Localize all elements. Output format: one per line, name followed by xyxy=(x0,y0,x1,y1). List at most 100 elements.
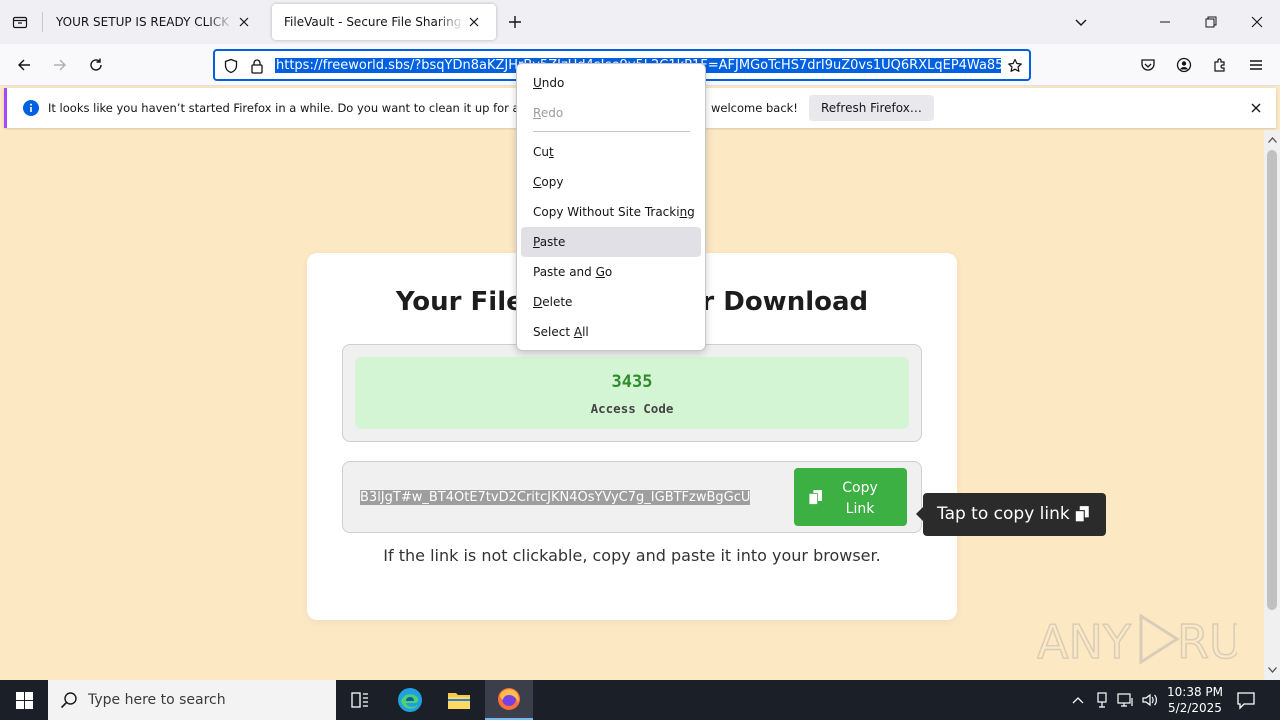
forward-arrow-icon xyxy=(54,59,66,71)
svg-text:ANY: ANY xyxy=(1037,615,1132,669)
pocket-button[interactable] xyxy=(1132,49,1164,81)
show-hidden-icons-button[interactable] xyxy=(1068,690,1088,710)
info-icon xyxy=(23,100,39,116)
windows-taskbar: Type here to search 10:38 PM 5/2/2025 xyxy=(0,680,1280,720)
task-view-icon xyxy=(351,692,368,708)
notification-message: It looks like you haven’t started Firefo… xyxy=(48,101,573,115)
tab-list-icon xyxy=(12,16,28,29)
tab-list-button[interactable] xyxy=(4,6,36,38)
copy-link-label: Copy Link xyxy=(842,480,878,517)
account-button[interactable] xyxy=(1168,49,1200,81)
plus-icon xyxy=(509,16,521,28)
tab-separator xyxy=(42,12,43,32)
notification-close-button[interactable] xyxy=(1247,99,1265,117)
copy-icon xyxy=(808,489,823,505)
search-placeholder: Type here to search xyxy=(88,692,226,708)
access-code-panel: 3435 Access Code xyxy=(355,357,909,429)
puzzle-icon xyxy=(1214,58,1225,72)
clock-date: 5/2/2025 xyxy=(1168,701,1222,715)
scroll-down-arrow[interactable] xyxy=(1266,664,1278,676)
start-button[interactable] xyxy=(0,680,48,720)
menu-item-paste-and-go[interactable]: Paste and Go xyxy=(521,257,701,287)
reload-icon xyxy=(90,58,102,71)
menu-item-undo[interactable]: Undo xyxy=(521,68,701,98)
tab-strip: YOUR SETUP IS READY CLICK BELOW FileVaul… xyxy=(0,0,1280,44)
restore-icon xyxy=(1205,16,1217,28)
hamburger-menu-icon xyxy=(1250,60,1262,70)
speaker-icon xyxy=(1142,693,1157,707)
tab-close-button[interactable] xyxy=(464,12,484,32)
vertical-scrollbar[interactable] xyxy=(1264,130,1280,680)
copy-icon xyxy=(1074,506,1089,523)
lock-icon[interactable] xyxy=(247,56,267,76)
notification-icon xyxy=(1237,692,1255,710)
menu-separator xyxy=(533,131,690,132)
back-button[interactable] xyxy=(8,49,40,81)
tab-close-button[interactable] xyxy=(234,12,254,32)
list-all-tabs-button[interactable] xyxy=(1066,6,1096,38)
access-code-label: Access Code xyxy=(590,401,674,416)
tracking-protection-shield-icon[interactable] xyxy=(221,56,241,76)
device-tray-button[interactable] xyxy=(1092,690,1112,710)
bookmark-star-icon[interactable] xyxy=(1005,56,1025,76)
back-arrow-icon xyxy=(18,59,30,71)
svg-text:RUN: RUN xyxy=(1177,615,1237,669)
firefox-taskbar-button[interactable] xyxy=(485,680,533,720)
download-link-box: B3lJgT#w_BT4OtE7tvD2CritcJKN4OsYVyC7g_IG… xyxy=(342,461,922,533)
tooltip-text: Tap to copy link xyxy=(937,504,1070,524)
tab-title: YOUR SETUP IS READY CLICK BELOW xyxy=(56,15,234,29)
close-icon xyxy=(1251,16,1263,28)
firefox-icon xyxy=(498,688,520,710)
close-icon xyxy=(1251,103,1261,113)
scrollbar-thumb[interactable] xyxy=(1267,150,1277,610)
download-link-text[interactable]: B3lJgT#w_BT4OtE7tvD2CritcJKN4OsYVyC7g_IG… xyxy=(360,489,792,507)
folder-icon xyxy=(448,693,470,709)
volume-tray-button[interactable] xyxy=(1140,690,1160,710)
tab-title: FileVault - Secure File Sharing xyxy=(284,15,462,29)
copy-link-tooltip: Tap to copy link xyxy=(916,493,1106,536)
network-tray-button[interactable] xyxy=(1116,690,1136,710)
reload-button[interactable] xyxy=(80,49,112,81)
refresh-firefox-button[interactable]: Refresh Firefox… xyxy=(809,95,934,121)
windows-logo-icon xyxy=(15,691,33,709)
access-code-value[interactable]: 3435 xyxy=(355,372,909,392)
close-icon xyxy=(469,17,479,27)
taskbar-search-box[interactable]: Type here to search xyxy=(48,680,336,720)
forward-button[interactable] xyxy=(44,49,76,81)
menu-item-cut[interactable]: Cut xyxy=(521,137,701,167)
access-code-box: 3435 Access Code xyxy=(342,344,922,442)
close-window-button[interactable] xyxy=(1234,0,1280,44)
close-icon xyxy=(239,17,249,27)
menu-item-select-all[interactable]: Select All xyxy=(521,317,701,347)
usb-device-icon xyxy=(1097,692,1107,708)
edge-taskbar-button[interactable] xyxy=(386,680,434,720)
search-icon xyxy=(60,692,77,709)
pocket-icon xyxy=(1141,59,1155,71)
chevron-up-icon xyxy=(1072,697,1084,704)
restore-button[interactable] xyxy=(1188,0,1234,44)
minimize-button[interactable] xyxy=(1142,0,1188,44)
app-menu-button[interactable] xyxy=(1240,49,1272,81)
scroll-up-arrow[interactable] xyxy=(1266,134,1278,146)
tab-setup-ready[interactable]: YOUR SETUP IS READY CLICK BELOW xyxy=(44,4,266,40)
anyrun-watermark-logo: ANY RUN xyxy=(1037,613,1237,670)
clock-time: 10:38 PM xyxy=(1167,685,1223,699)
menu-item-delete[interactable]: Delete xyxy=(521,287,701,317)
extensions-button[interactable] xyxy=(1204,49,1236,81)
task-view-button[interactable] xyxy=(336,680,384,720)
minimize-icon xyxy=(1160,21,1170,23)
tab-filevault[interactable]: FileVault - Secure File Sharing xyxy=(272,4,496,40)
network-icon xyxy=(1117,693,1133,707)
chevron-down-icon xyxy=(1075,19,1087,26)
menu-item-copy-without-site-tracking[interactable]: Copy Without Site Tracking xyxy=(521,197,701,227)
menu-item-copy[interactable]: Copy xyxy=(521,167,701,197)
taskbar-clock[interactable]: 10:38 PM 5/2/2025 xyxy=(1162,684,1228,716)
new-tab-button[interactable] xyxy=(500,6,530,38)
menu-item-redo[interactable]: Redo xyxy=(521,98,701,128)
action-center-button[interactable] xyxy=(1236,690,1258,710)
file-explorer-taskbar-button[interactable] xyxy=(435,680,483,720)
menu-item-paste[interactable]: Paste xyxy=(521,227,701,257)
notification-message-end: welcome back! xyxy=(711,101,798,115)
copy-hint-text: If the link is not clickable, copy and p… xyxy=(383,546,881,565)
copy-link-button[interactable]: Copy Link xyxy=(794,468,907,526)
